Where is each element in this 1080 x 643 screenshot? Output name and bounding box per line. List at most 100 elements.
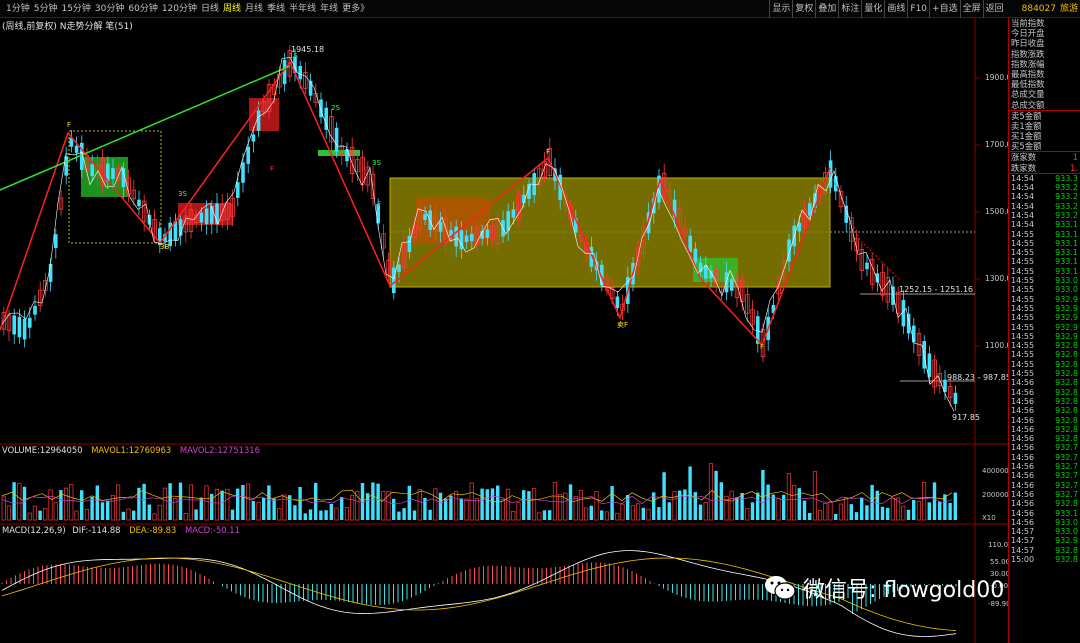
period-tab[interactable]: 120分钟: [160, 0, 199, 18]
volume-bar: [469, 482, 474, 521]
volume-bar: [906, 509, 911, 520]
sidebar-row: 跌家数 1.: [1009, 163, 1080, 173]
period-tab[interactable]: 半年线: [287, 0, 318, 18]
toolbar-button[interactable]: 叠加: [815, 0, 838, 18]
toolbar-button[interactable]: 返回: [982, 0, 1006, 18]
tick-row: 14:55 932.9: [1009, 323, 1080, 332]
volume-bar: [303, 513, 307, 520]
period-tab[interactable]: 30分钟: [93, 0, 126, 18]
chart-canvas[interactable]: [0, 18, 1008, 643]
period-tab[interactable]: 季线: [265, 0, 287, 18]
sidebar-row: 昨日收盘: [1009, 38, 1080, 48]
volume-bar: [308, 509, 313, 520]
tick-time: 14:55: [1011, 369, 1035, 379]
tick-row: 14:56 932.7: [1009, 481, 1080, 490]
toolbar-button[interactable]: 显示: [769, 0, 792, 18]
volume-bar: [953, 492, 957, 520]
volume-bar: [511, 510, 516, 521]
volume-bar: [355, 491, 360, 521]
marker-f-3: F: [760, 343, 765, 351]
tick-time: 14:54: [1011, 183, 1035, 193]
tick-row: 14:55 932.9: [1009, 295, 1080, 304]
tick-price: 933.3: [1055, 173, 1078, 183]
volume-bar: [490, 488, 495, 520]
candle-body: [438, 221, 443, 232]
volume-bar: [849, 504, 853, 520]
toolbar-button[interactable]: 画线: [884, 0, 907, 18]
period-tab[interactable]: 60分钟: [126, 0, 159, 18]
sidebar-row: 今日开盘: [1009, 28, 1080, 38]
tick-time: 14:55: [1011, 331, 1035, 341]
volume-bar: [693, 492, 697, 520]
volume-bar: [178, 482, 183, 520]
grid-lines: [0, 18, 1008, 643]
wechat-icon: [763, 573, 797, 603]
tick-time: 14:56: [1011, 443, 1035, 453]
volume-bar: [776, 498, 781, 521]
volume-bar: [142, 483, 146, 520]
tick-row: 14:54 933.2: [1009, 183, 1080, 192]
toolbar-button[interactable]: 全屏: [959, 0, 983, 18]
volume-bar: [329, 503, 333, 520]
volume-bar: [750, 502, 755, 520]
tick-row: 14:56 932.8: [1009, 388, 1080, 397]
volume-bar: [797, 488, 801, 520]
marker-f-4: F: [270, 165, 275, 173]
marker-3s-2: 3S: [372, 159, 381, 167]
bi-line-dashed: [829, 171, 901, 281]
tick-price: 933.0: [1055, 527, 1078, 537]
toolbar-button[interactable]: 量化: [861, 0, 884, 18]
period-tab[interactable]: 周线: [221, 0, 243, 18]
volume-bar: [886, 507, 890, 520]
sidebar-label: 最高指数: [1011, 68, 1045, 79]
sidebar-row: 买5金额: [1009, 141, 1080, 151]
tick-row: 14:56 932.7: [1009, 462, 1080, 471]
period-tab[interactable]: 日线: [199, 0, 221, 18]
period-tab[interactable]: 更多》: [340, 0, 371, 18]
sidebar-value: 1: [1072, 152, 1078, 163]
toolbar-button[interactable]: +自选: [929, 0, 960, 18]
vol-axis-3: X10: [982, 514, 996, 522]
volume-bar: [350, 494, 355, 521]
candle-body: [865, 262, 869, 270]
tick-price: 933.0: [1055, 285, 1078, 295]
period-tab[interactable]: 1分钟: [4, 0, 32, 18]
period-tab[interactable]: 月线: [243, 0, 265, 18]
volume-bar: [506, 488, 511, 521]
volume-bar: [812, 471, 817, 521]
sidebar-label: 指数涨幅: [1011, 58, 1045, 69]
candle-body: [828, 160, 833, 188]
period-tab[interactable]: 5分钟: [32, 0, 60, 18]
volume-bar: [147, 504, 151, 520]
tick-price: 932.7: [1055, 452, 1078, 462]
sidebar-label: 指数涨跌: [1011, 48, 1045, 59]
tick-price: 932.7: [1055, 480, 1078, 490]
tick-price: 932.8: [1055, 554, 1078, 564]
sidebar-row: 最低指数: [1009, 79, 1080, 89]
tick-row: 14:54 933.1: [1009, 220, 1080, 229]
candle-body: [17, 316, 22, 338]
tick-time: 14:55: [1011, 322, 1035, 332]
volume-bar: [808, 512, 812, 520]
tick-time: 14:56: [1011, 499, 1035, 509]
candle-body: [334, 127, 339, 152]
candle-body: [251, 134, 256, 142]
volume-bar: [84, 508, 89, 521]
period-tab[interactable]: 年线: [318, 0, 340, 18]
tick-time: 14:56: [1011, 415, 1035, 425]
toolbar-button[interactable]: F10: [907, 0, 929, 18]
volume-bar: [703, 501, 708, 521]
candle-body: [423, 213, 427, 221]
volume-bar: [90, 496, 94, 520]
toolbar-button[interactable]: 标注: [838, 0, 861, 18]
toolbar-button[interactable]: 复权: [792, 0, 815, 18]
tick-row: 14:57 933.0: [1009, 527, 1080, 536]
tick-time: 14:56: [1011, 424, 1035, 434]
period-tab[interactable]: 15分钟: [59, 0, 92, 18]
volume-bar: [782, 494, 786, 520]
volume-bar: [527, 491, 531, 520]
volume-bar: [630, 505, 635, 521]
tick-price: 933.1: [1055, 220, 1078, 230]
volume-bar: [828, 501, 833, 521]
tick-row: 14:55 933.1: [1009, 248, 1080, 257]
